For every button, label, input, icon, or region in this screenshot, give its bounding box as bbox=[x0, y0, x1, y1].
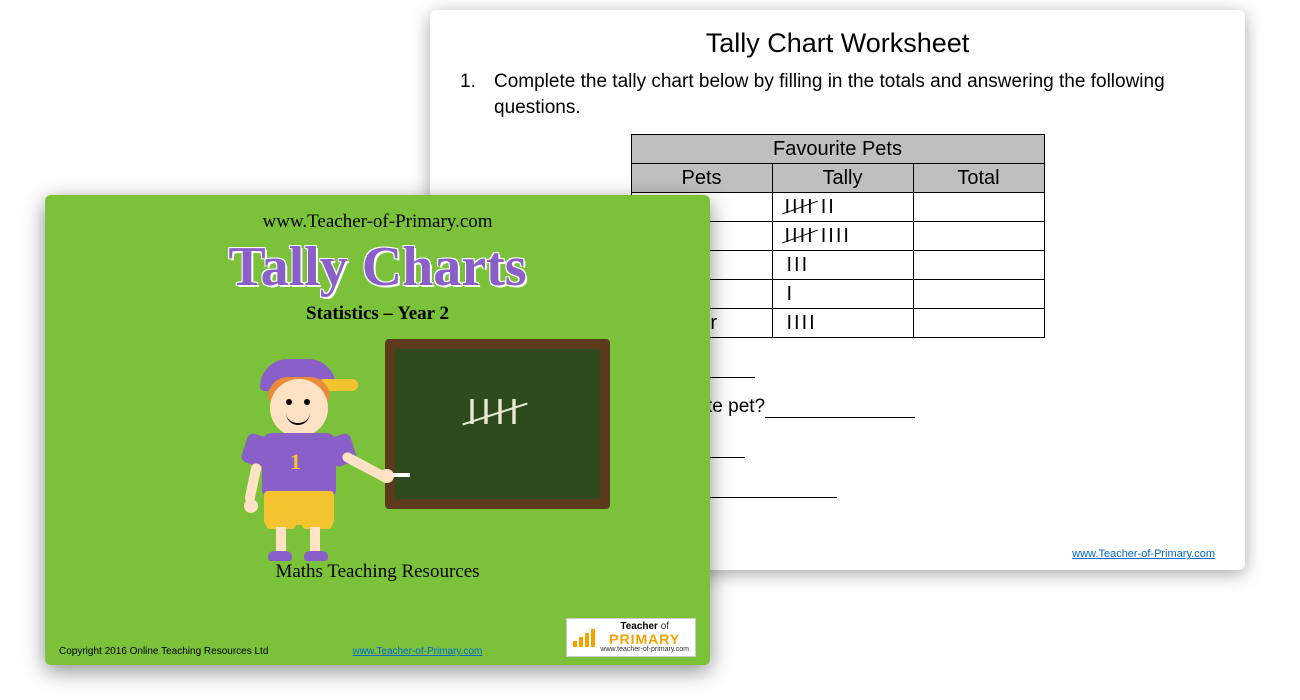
boy-illustration: 1 bbox=[220, 351, 390, 561]
logo-bars-icon bbox=[573, 629, 595, 647]
cover-footer: Copyright 2016 Online Teaching Resources… bbox=[59, 618, 696, 657]
cover-subtitle: Statistics – Year 2 bbox=[45, 303, 710, 325]
publisher-logo: Teacher of PRIMARY www.teacher-of-primar… bbox=[566, 618, 696, 657]
cover-title: Tally Charts bbox=[45, 235, 710, 299]
chalk-icon bbox=[392, 473, 410, 477]
tally-cell: I bbox=[772, 280, 913, 309]
total-cell bbox=[913, 251, 1044, 280]
question-number: 1. bbox=[460, 69, 494, 120]
tally-cell: IIIIIIII bbox=[772, 222, 913, 251]
cover-footer-link[interactable]: www.Teacher-of-Primary.com bbox=[352, 646, 482, 657]
cover-bottom-text: Maths Teaching Resources bbox=[45, 561, 710, 583]
tally-cell: IIIIII bbox=[772, 193, 913, 222]
total-cell bbox=[913, 309, 1044, 338]
total-cell bbox=[913, 280, 1044, 309]
table-caption: Favourite Pets bbox=[631, 135, 1044, 164]
chalk-tally-icon: IIII bbox=[467, 391, 523, 433]
col-header-total: Total bbox=[913, 164, 1044, 193]
cover-illustration: IIII 1 bbox=[45, 333, 710, 563]
col-header-tally: Tally bbox=[772, 164, 913, 193]
cover-url: www.Teacher-of-Primary.com bbox=[45, 211, 710, 233]
shirt-number: 1 bbox=[290, 449, 301, 475]
worksheet-title: Tally Chart Worksheet bbox=[460, 28, 1215, 59]
tally-cell: IIII bbox=[772, 309, 913, 338]
tally-cell: III bbox=[772, 251, 913, 280]
col-header-pets: Pets bbox=[631, 164, 772, 193]
total-cell bbox=[913, 222, 1044, 251]
worksheet-footer-link[interactable]: www.Teacher-of-Primary.com bbox=[1072, 548, 1215, 560]
worksheet-instruction: 1. Complete the tally chart below by fil… bbox=[460, 69, 1215, 120]
cover-copyright: Copyright 2016 Online Teaching Resources… bbox=[59, 646, 268, 657]
total-cell bbox=[913, 193, 1044, 222]
chalkboard-icon: IIII bbox=[385, 339, 610, 509]
cover-card: www.Teacher-of-Primary.com Tally Charts … bbox=[45, 195, 710, 665]
instruction-text: Complete the tally chart below by fillin… bbox=[494, 69, 1215, 120]
